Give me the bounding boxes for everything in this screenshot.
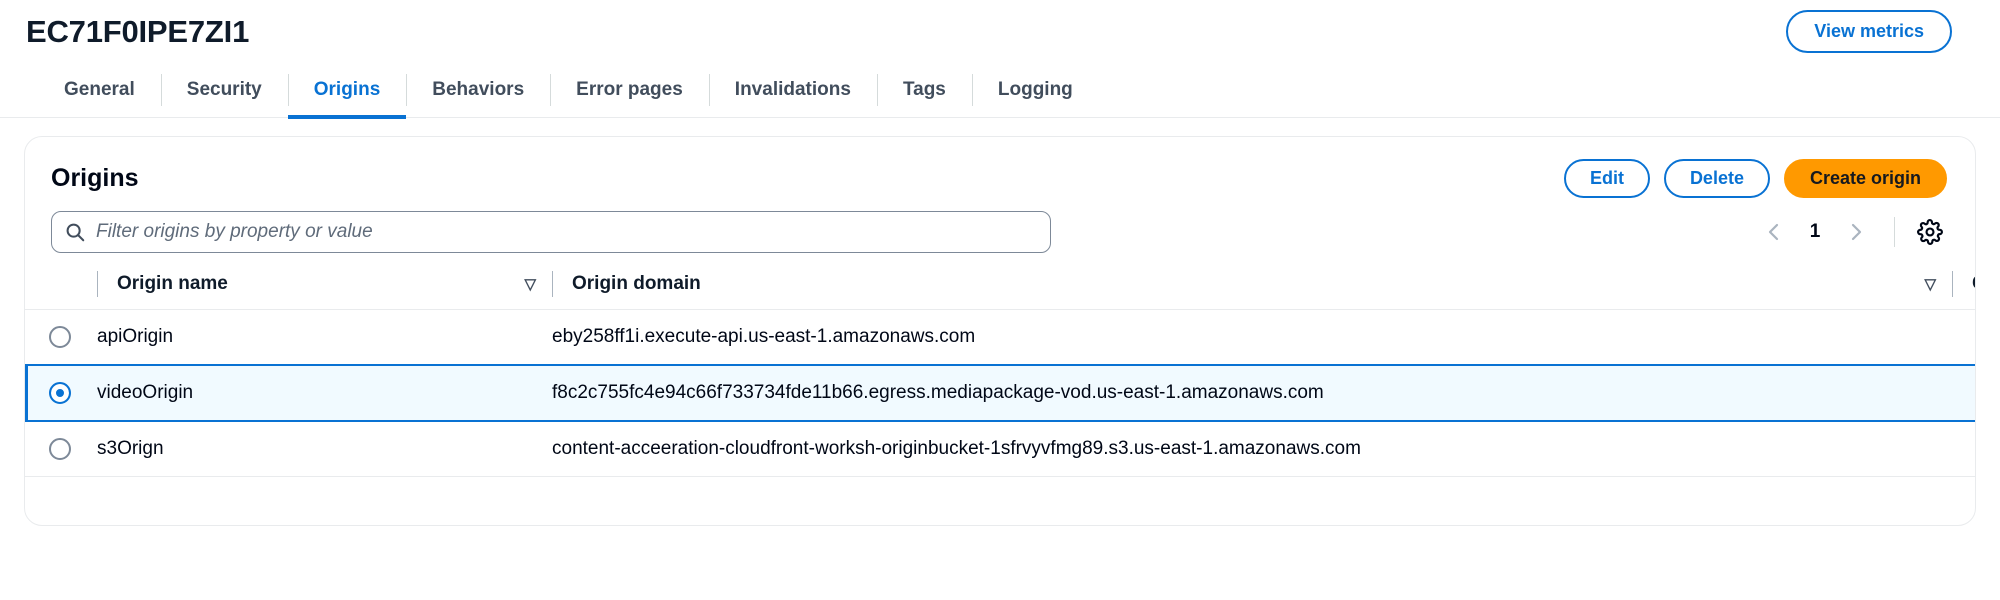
radio-button[interactable] bbox=[49, 438, 71, 460]
sort-descending-icon[interactable]: ▽ bbox=[524, 277, 536, 292]
tab-origins[interactable]: Origins bbox=[287, 62, 407, 119]
search-input[interactable] bbox=[94, 220, 1038, 244]
cell-origin-domain: f8c2c755fc4e94c66f733734fde11b66.egress.… bbox=[552, 364, 1952, 422]
sort-descending-icon[interactable]: ▽ bbox=[1924, 277, 1936, 292]
tab-label: General bbox=[64, 79, 135, 100]
origins-filter-box[interactable] bbox=[51, 211, 1051, 253]
tab-general[interactable]: General bbox=[38, 62, 161, 118]
search-icon bbox=[64, 221, 86, 243]
origins-table-wrap: Origin name ▽ Origin domain ▽ C bbox=[25, 263, 1975, 477]
column-header-truncated-label: C bbox=[1972, 273, 1975, 295]
table-row[interactable]: videoOrigin f8c2c755fc4e94c66f733734fde11… bbox=[25, 364, 1975, 422]
column-header-origin-domain-label: Origin domain bbox=[572, 273, 701, 294]
cell-origin-domain: eby258ff1i.execute-api.us-east-1.amazona… bbox=[552, 309, 1952, 366]
cell-origin-name: apiOrigin bbox=[97, 309, 552, 366]
tab-behaviors[interactable]: Behaviors bbox=[406, 62, 550, 118]
cell-truncated bbox=[1952, 309, 1975, 366]
edit-button[interactable]: Edit bbox=[1563, 158, 1650, 198]
tab-label: Invalidations bbox=[734, 79, 851, 100]
tab-logging[interactable]: Logging bbox=[971, 62, 1099, 118]
origins-heading: Origins bbox=[51, 163, 139, 192]
column-header-truncated[interactable]: C bbox=[1952, 263, 1975, 310]
tab-label: Origins bbox=[313, 79, 381, 100]
view-metrics-button[interactable]: View metrics bbox=[1786, 9, 1952, 53]
tab-label: Behaviors bbox=[432, 79, 525, 100]
tab-label: Tags bbox=[902, 79, 946, 100]
cell-truncated bbox=[1952, 364, 1975, 422]
column-header-origin-name-label: Origin name bbox=[117, 273, 228, 294]
table-header-row: Origin name ▽ Origin domain ▽ C bbox=[25, 263, 1975, 310]
tab-security[interactable]: Security bbox=[160, 62, 288, 118]
table-head: Origin name ▽ Origin domain ▽ C bbox=[25, 263, 1975, 310]
pager-divider bbox=[1894, 217, 1895, 247]
tab-label: Security bbox=[186, 79, 262, 100]
row-select-cell[interactable] bbox=[25, 364, 97, 422]
origins-card: Origins Edit Delete Create origin 1 bbox=[24, 136, 1976, 526]
cell-truncated bbox=[1952, 421, 1975, 477]
chevron-right-icon[interactable] bbox=[1836, 212, 1876, 252]
tab-label: Error pages bbox=[576, 79, 683, 100]
column-header-origin-domain[interactable]: Origin domain ▽ bbox=[552, 263, 1952, 310]
cell-origin-name: s3Orign bbox=[97, 421, 552, 477]
origins-table: Origin name ▽ Origin domain ▽ C bbox=[25, 263, 1975, 477]
delete-button[interactable]: Delete bbox=[1663, 158, 1770, 198]
origins-actions: Edit Delete Create origin bbox=[1563, 158, 1947, 198]
filter-row: 1 bbox=[25, 197, 1975, 253]
radio-button-selected[interactable] bbox=[49, 382, 71, 404]
column-header-origin-name[interactable]: Origin name ▽ bbox=[97, 263, 552, 310]
table-row[interactable]: apiOrigin eby258ff1i.execute-api.us-east-… bbox=[25, 309, 1975, 366]
tab-invalidations[interactable]: Invalidations bbox=[708, 62, 877, 118]
chevron-left-icon[interactable] bbox=[1754, 212, 1794, 252]
cell-origin-domain: content-acceeration-cloudfront-worksh-or… bbox=[552, 421, 1952, 477]
page-number-1[interactable]: 1 bbox=[1798, 221, 1832, 243]
tab-label: Logging bbox=[997, 79, 1073, 100]
row-select-cell[interactable] bbox=[25, 421, 97, 477]
page-header: EC71F0IPE7ZI1 View metrics bbox=[0, 0, 2000, 62]
cell-origin-name: videoOrigin bbox=[97, 364, 552, 422]
radio-button[interactable] bbox=[49, 326, 71, 348]
table-body: apiOrigin eby258ff1i.execute-api.us-east-… bbox=[25, 309, 1975, 477]
gear-icon[interactable] bbox=[1913, 215, 1947, 249]
origins-card-header: Origins Edit Delete Create origin bbox=[25, 137, 1975, 198]
create-origin-button[interactable]: Create origin bbox=[1783, 158, 1947, 198]
pagination: 1 bbox=[1754, 212, 1947, 252]
row-select-cell[interactable] bbox=[25, 309, 97, 366]
tab-error-pages[interactable]: Error pages bbox=[550, 62, 709, 118]
select-column-header bbox=[25, 263, 97, 310]
tab-tags[interactable]: Tags bbox=[876, 62, 972, 118]
tab-bar: General Security Origins Behaviors Error pag… bbox=[0, 62, 2000, 119]
table-row[interactable]: s3Orign content-acceeration-cloudfront-wo… bbox=[25, 421, 1975, 477]
page-title: EC71F0IPE7ZI1 bbox=[26, 13, 250, 49]
